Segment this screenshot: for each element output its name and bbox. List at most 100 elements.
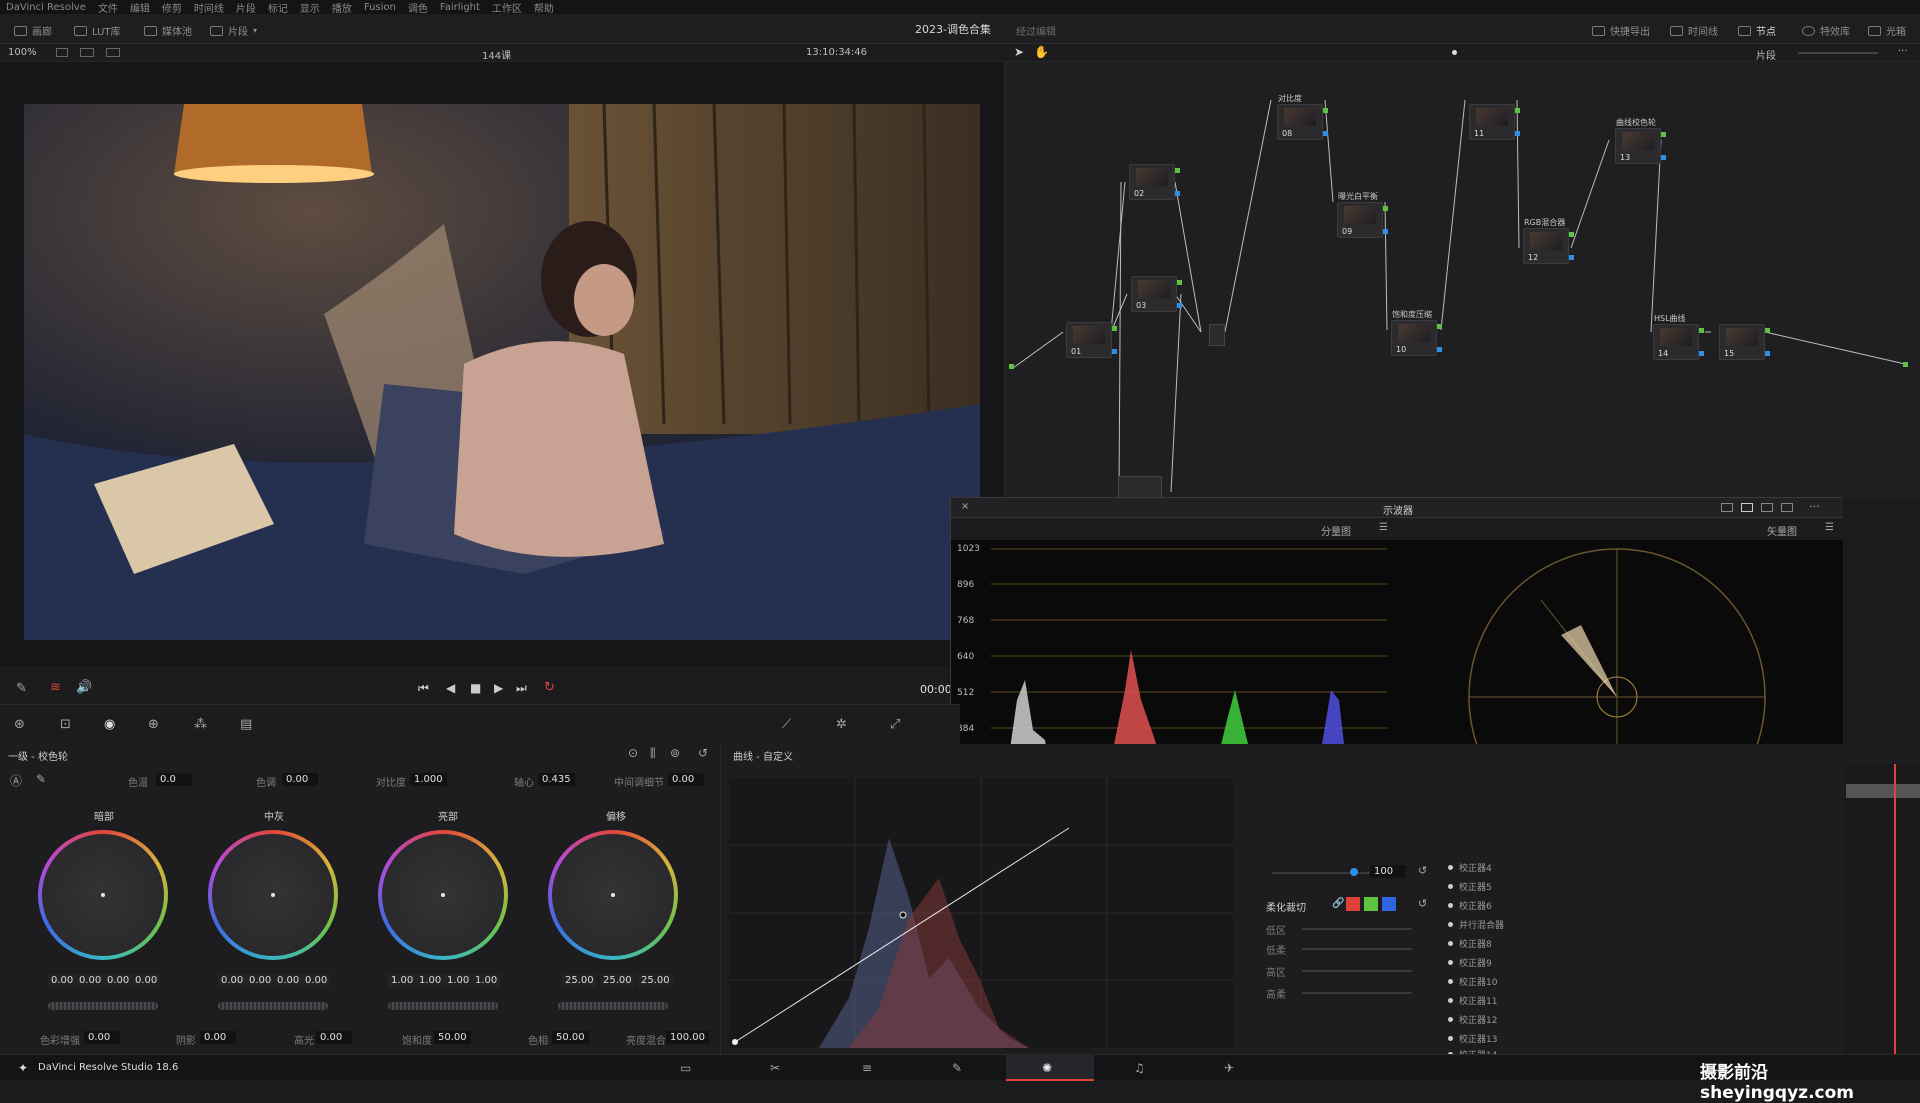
node-key-pin[interactable] (1515, 131, 1520, 136)
lift-y[interactable]: 0.00 (48, 974, 77, 987)
offset-wheel[interactable] (548, 830, 678, 960)
offset-g[interactable]: 25.00 (600, 974, 635, 987)
gain-r[interactable]: 1.00 (416, 974, 445, 987)
green-channel-toggle[interactable] (1364, 897, 1378, 911)
menu-item[interactable]: 编辑 (130, 0, 150, 15)
node-key-pin[interactable] (1175, 191, 1180, 196)
scope-titlebar[interactable]: × 示波器 ··· (951, 498, 1843, 518)
page-edit-icon[interactable]: ≡ (862, 1061, 872, 1075)
layer-row[interactable]: 并行混合器 (1448, 918, 1504, 931)
key-output-value[interactable]: 100 (1370, 865, 1406, 878)
soft-clip-reset-icon[interactable]: ↺ (1418, 897, 1427, 910)
parade-settings-icon[interactable]: ☰ (1379, 522, 1388, 533)
menu-item[interactable]: 文件 (98, 0, 118, 15)
reset-icon[interactable]: ↺ (1418, 864, 1427, 877)
page-color-icon[interactable]: ✺ (1042, 1061, 1052, 1075)
node-12[interactable]: RGB混合器 12 (1523, 218, 1574, 264)
high-slider[interactable] (1302, 970, 1412, 972)
stop-icon[interactable]: ■ (470, 681, 481, 695)
gamma-g[interactable]: 0.00 (274, 974, 303, 987)
gamma-y[interactable]: 0.00 (218, 974, 247, 987)
curves-icon[interactable]: ⟋ (782, 717, 791, 732)
color-wheels-icon[interactable]: ◉ (104, 717, 115, 732)
menu-item[interactable]: DaVinci Resolve (6, 2, 86, 13)
project-title[interactable]: 2023-调色合集 (915, 21, 991, 37)
media-pool-button[interactable]: 媒体池 (144, 23, 192, 38)
param-value-contrast[interactable]: 1.000 (410, 773, 447, 786)
node-output-pin[interactable] (1112, 326, 1117, 331)
visible-dot-icon[interactable] (1448, 1036, 1453, 1041)
layer-row[interactable]: 校正器12 (1448, 1013, 1497, 1026)
node-output-pin[interactable] (1383, 206, 1388, 211)
node-11[interactable]: 11 (1469, 104, 1520, 140)
eyedropper-icon[interactable]: ✎ (16, 681, 27, 696)
picker-icon[interactable]: ✎ (36, 772, 46, 786)
node-09[interactable]: 曝光白平衡 09 (1337, 192, 1388, 238)
highlights-value[interactable]: 0.00 (316, 1031, 352, 1044)
node-key-pin[interactable] (1437, 347, 1442, 352)
quick-export-button[interactable]: 快捷导出 (1592, 23, 1650, 38)
lightbox-button[interactable]: 光箱 (1868, 23, 1906, 38)
page-deliver-icon[interactable]: ✈ (1224, 1061, 1234, 1075)
qualifier-icon[interactable]: ⤢ (890, 717, 900, 732)
layer-row[interactable]: 校正器8 (1448, 937, 1492, 950)
node-editor[interactable]: 01 02 03 对比度 08 曝光白平衡 09 饱和度压缩 10 11 RGB混合器 12 曲线校色轮… (1004, 62, 1920, 498)
bars-mode-icon[interactable]: ⫼ (650, 746, 656, 761)
key-slider-handle[interactable] (1350, 868, 1358, 876)
node-14[interactable]: HSL曲线 14 (1653, 314, 1704, 360)
effects-button[interactable]: 特效库 (1802, 23, 1850, 38)
first-frame-icon[interactable]: ⏮ (418, 681, 429, 696)
page-fusion-icon[interactable]: ✎ (952, 1061, 962, 1075)
timecode[interactable]: 13:10:34:46 (806, 47, 867, 58)
mini-timeline[interactable] (1844, 764, 1920, 1054)
node-03[interactable]: 03 (1131, 276, 1182, 312)
play-icon[interactable]: ▶ (494, 681, 503, 695)
node-key-pin[interactable] (1699, 351, 1704, 356)
lum-mix-value[interactable]: 100.00 (666, 1031, 709, 1044)
speaker-icon[interactable]: 🔊 (76, 680, 92, 695)
compare-view-icon[interactable] (106, 48, 120, 57)
visible-dot-icon[interactable] (1448, 941, 1453, 946)
color-boost-value[interactable]: 0.00 (84, 1031, 120, 1044)
layer-row[interactable]: 校正器13 (1448, 1032, 1497, 1045)
visible-dot-icon[interactable] (1448, 998, 1453, 1003)
menu-item[interactable]: 调色 (408, 0, 428, 15)
node-key-pin[interactable] (1383, 229, 1388, 234)
vectorscope-settings-icon[interactable]: ☰ (1825, 522, 1834, 533)
close-icon[interactable]: × (961, 501, 969, 512)
node-key-pin[interactable] (1112, 349, 1117, 354)
node-mode[interactable]: 片段 (1756, 47, 1776, 62)
gain-y[interactable]: 1.00 (388, 974, 417, 987)
layer-row[interactable]: 校正器4 (1448, 861, 1492, 874)
node-08[interactable]: 对比度 08 (1277, 94, 1328, 140)
vectorscope-mode-select[interactable]: 矢量图 (1767, 523, 1797, 538)
node-key-pin[interactable] (1765, 351, 1770, 356)
gamma-b[interactable]: 0.00 (302, 974, 331, 987)
menu-item[interactable]: 显示 (300, 0, 320, 15)
menu-item[interactable]: 工作区 (492, 0, 522, 15)
layer-row[interactable]: 校正器11 (1448, 994, 1497, 1007)
layer-row[interactable]: 校正器10 (1448, 975, 1497, 988)
gain-wheel-handle[interactable] (441, 893, 445, 897)
visible-dot-icon[interactable] (1448, 960, 1453, 965)
offset-r[interactable]: 25.00 (562, 974, 597, 987)
bottom-node[interactable] (1118, 476, 1162, 498)
gain-b[interactable]: 1.00 (472, 974, 501, 987)
lift-g[interactable]: 0.00 (104, 974, 133, 987)
page-fairlight-icon[interactable]: ♫ (1134, 1061, 1145, 1075)
gain-wheel[interactable] (378, 830, 508, 960)
node-output-pin[interactable] (1323, 108, 1328, 113)
rgb-mixer-icon[interactable]: ⁂ (194, 717, 207, 732)
hand-icon[interactable]: ✋ (1034, 45, 1049, 59)
node-output-pin[interactable] (1765, 328, 1770, 333)
param-value-pivot[interactable]: 0.435 (538, 773, 575, 786)
gamma-wheel-handle[interactable] (271, 893, 275, 897)
stack-icon[interactable]: ≋ (50, 680, 61, 695)
reset-all-icon[interactable]: ↺ (698, 746, 708, 760)
source-input-pin[interactable] (1009, 364, 1014, 369)
param-value-tint[interactable]: 0.00 (282, 773, 318, 786)
layout-4-icon[interactable] (1761, 503, 1773, 512)
menu-item[interactable]: Fairlight (440, 2, 480, 13)
node-key-pin[interactable] (1661, 155, 1666, 160)
low-soft-slider[interactable] (1302, 948, 1412, 950)
